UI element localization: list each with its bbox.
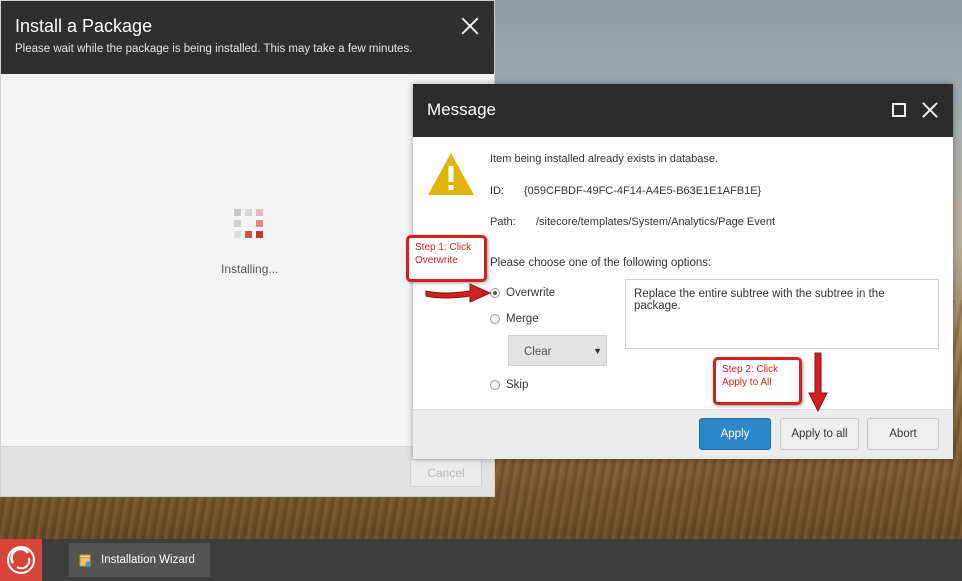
message-dialog: Message Item being installed already exi… (413, 84, 953, 459)
path-value: /sitecore/templates/System/Analytics/Pag… (536, 216, 776, 228)
spinner-icon (234, 209, 264, 239)
apply-to-all-button[interactable]: Apply to all (780, 418, 859, 450)
id-value: {059CFBDF-49FC-4F14-A4E5-B63E1E1AFB1E} (524, 185, 762, 197)
chevron-down-icon: ▼ (593, 346, 602, 356)
option-label: Skip (506, 379, 529, 391)
message-dialog-header: Message (413, 84, 953, 137)
cancel-button[interactable]: Cancel (410, 459, 482, 487)
arrow-right-icon (425, 283, 492, 303)
maximize-icon[interactable] (892, 103, 906, 117)
radio-merge[interactable] (490, 314, 500, 324)
merge-mode-value: Clear (524, 346, 552, 358)
option-description: Replace the entire subtree with the subt… (625, 279, 939, 349)
path-row: Path: /sitecore/templates/System/Analytic… (490, 216, 775, 228)
close-icon[interactable] (921, 101, 939, 119)
option-label: Merge (506, 313, 539, 325)
sitecore-logo-icon (7, 546, 35, 574)
option-merge[interactable]: Merge (490, 313, 539, 325)
install-dialog-title: Install a Package (15, 16, 153, 36)
task-label: Installation Wizard (101, 554, 195, 566)
choose-options-text: Please choose one of the following optio… (490, 257, 712, 269)
step2-callout: Step 2: Click Apply to All (713, 357, 802, 405)
install-dialog-header: Install a Package Please wait while the … (1, 1, 494, 74)
option-overwrite[interactable]: Overwrite (490, 287, 555, 299)
merge-mode-select[interactable]: Clear ▼ (508, 335, 607, 366)
message-dialog-footer: Apply Apply to all Abort (413, 409, 953, 459)
option-skip[interactable]: Skip (490, 379, 528, 391)
apply-button[interactable]: Apply (699, 418, 771, 450)
id-label: ID: (490, 185, 505, 197)
installing-status: Installing... (221, 262, 279, 276)
package-icon (79, 553, 92, 567)
taskbar-item-installation-wizard[interactable]: Installation Wizard (69, 543, 210, 577)
exists-message: Item being installed already exists in d… (490, 153, 719, 165)
install-dialog-subtitle: Please wait while the package is being i… (15, 43, 413, 55)
id-row: ID: {059CFBDF-49FC-4F14-A4E5-B63E1E1AFB1E… (490, 185, 761, 197)
close-icon[interactable] (461, 17, 479, 35)
taskbar: Installation Wizard (0, 539, 962, 581)
warning-icon (428, 153, 474, 195)
abort-button[interactable]: Abort (867, 418, 939, 450)
option-label: Overwrite (506, 287, 556, 299)
step1-callout: Step 1: Click Overwrite (406, 235, 487, 282)
arrow-down-icon (808, 352, 828, 413)
radio-skip[interactable] (490, 380, 500, 390)
path-label: Path: (490, 216, 516, 228)
start-button[interactable] (0, 539, 42, 581)
message-dialog-title: Message (427, 100, 496, 119)
